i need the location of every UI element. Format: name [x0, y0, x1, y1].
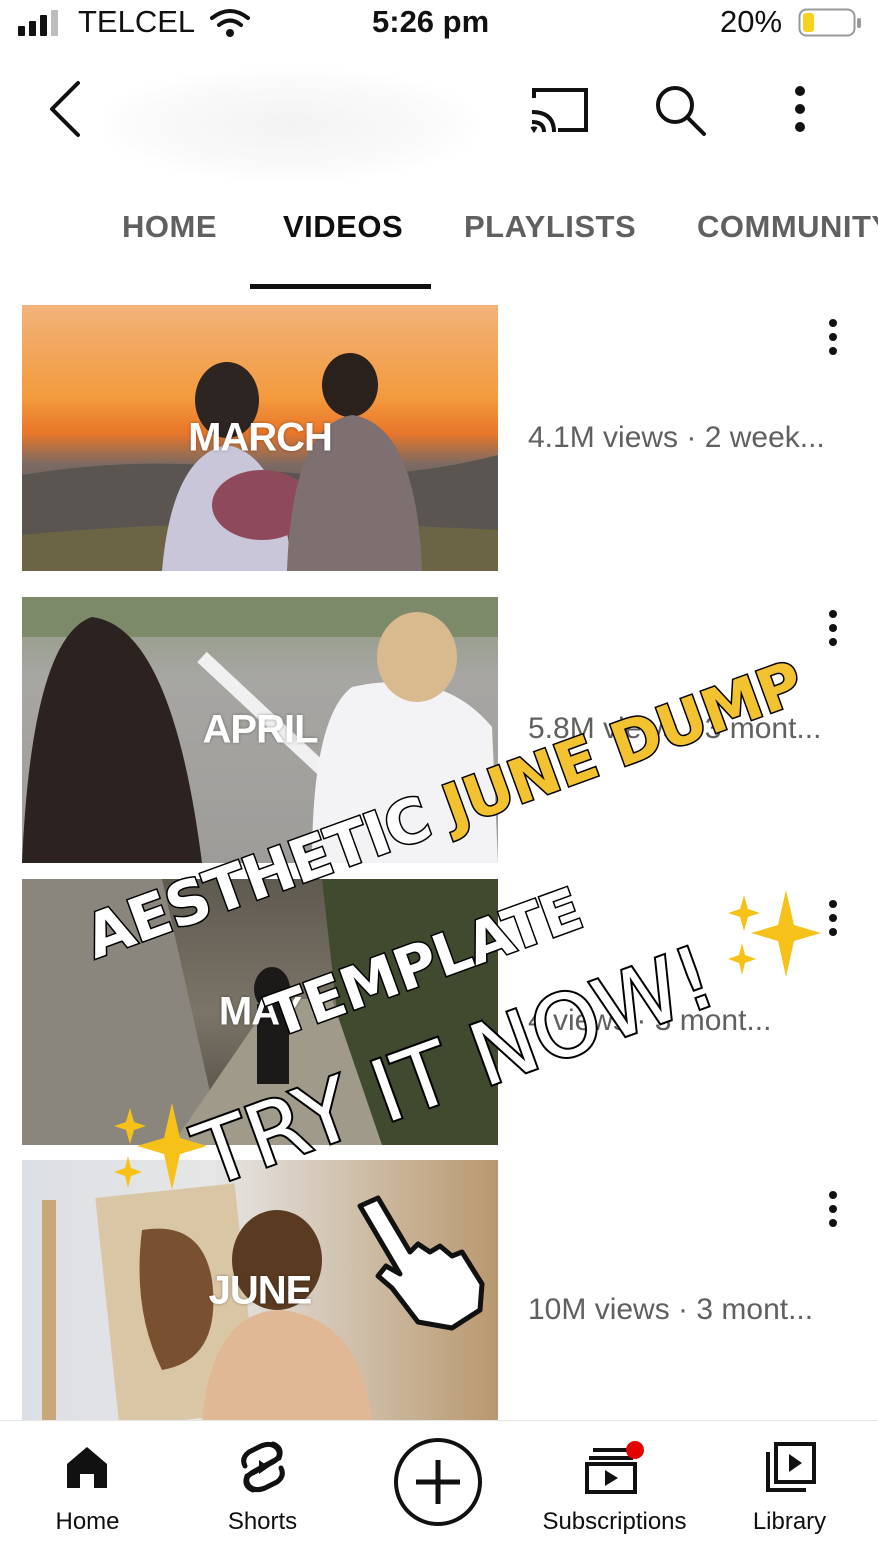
battery-percent: 20%	[720, 4, 783, 39]
tab-playlists[interactable]: PLAYLISTS	[464, 209, 636, 245]
video-thumbnail[interactable]: MARCH	[22, 305, 498, 571]
nav-shorts[interactable]: Shorts	[175, 1430, 350, 1550]
library-icon	[766, 1442, 816, 1492]
nav-label: Library	[752, 1508, 827, 1535]
home-icon	[67, 1447, 107, 1488]
pointing-hand-icon	[357, 1195, 485, 1331]
active-tab-indicator	[250, 284, 431, 289]
tab-videos[interactable]: VIDEOS	[283, 209, 403, 245]
tab-community[interactable]: COMMUNITY	[697, 209, 878, 245]
channel-header-blur	[105, 70, 475, 180]
nav-label: Shorts	[227, 1508, 298, 1535]
sparkles-icon	[728, 890, 821, 977]
back-arrow-icon[interactable]	[46, 80, 86, 138]
video-options-icon[interactable]	[818, 609, 848, 649]
video-meta: 10M views · 3 mont...	[528, 1293, 814, 1326]
subscriptions-icon	[585, 1441, 644, 1494]
shorts-icon	[241, 1441, 285, 1493]
status-bar: TELCEL 5:26 pm 20%	[0, 0, 878, 50]
nav-label: Home	[55, 1508, 120, 1535]
nav-home[interactable]: Home	[0, 1430, 175, 1550]
thumbnail-title: APRIL	[202, 707, 319, 752]
video-options-icon[interactable]	[818, 1190, 848, 1230]
nav-library[interactable]: Library	[702, 1430, 877, 1550]
create-plus-icon	[394, 1438, 482, 1526]
carrier-name: TELCEL	[78, 4, 196, 39]
wifi-icon	[210, 9, 250, 37]
nav-create[interactable]	[350, 1430, 525, 1550]
cast-icon[interactable]	[528, 84, 590, 134]
search-icon[interactable]	[652, 82, 708, 138]
video-meta: 4.1M views · 2 week...	[528, 421, 825, 454]
nav-subscriptions[interactable]: Subscriptions	[527, 1430, 702, 1550]
signal-icon	[18, 10, 58, 36]
sparkles-icon	[114, 1103, 207, 1190]
battery-icon	[798, 8, 861, 37]
tab-home[interactable]: HOME	[122, 209, 217, 245]
thumbnail-title: MARCH	[188, 415, 333, 460]
more-vert-icon[interactable]	[790, 84, 810, 134]
clock: 5:26 pm	[372, 4, 490, 39]
video-options-icon[interactable]	[818, 318, 848, 358]
nav-label: Subscriptions	[542, 1508, 687, 1535]
